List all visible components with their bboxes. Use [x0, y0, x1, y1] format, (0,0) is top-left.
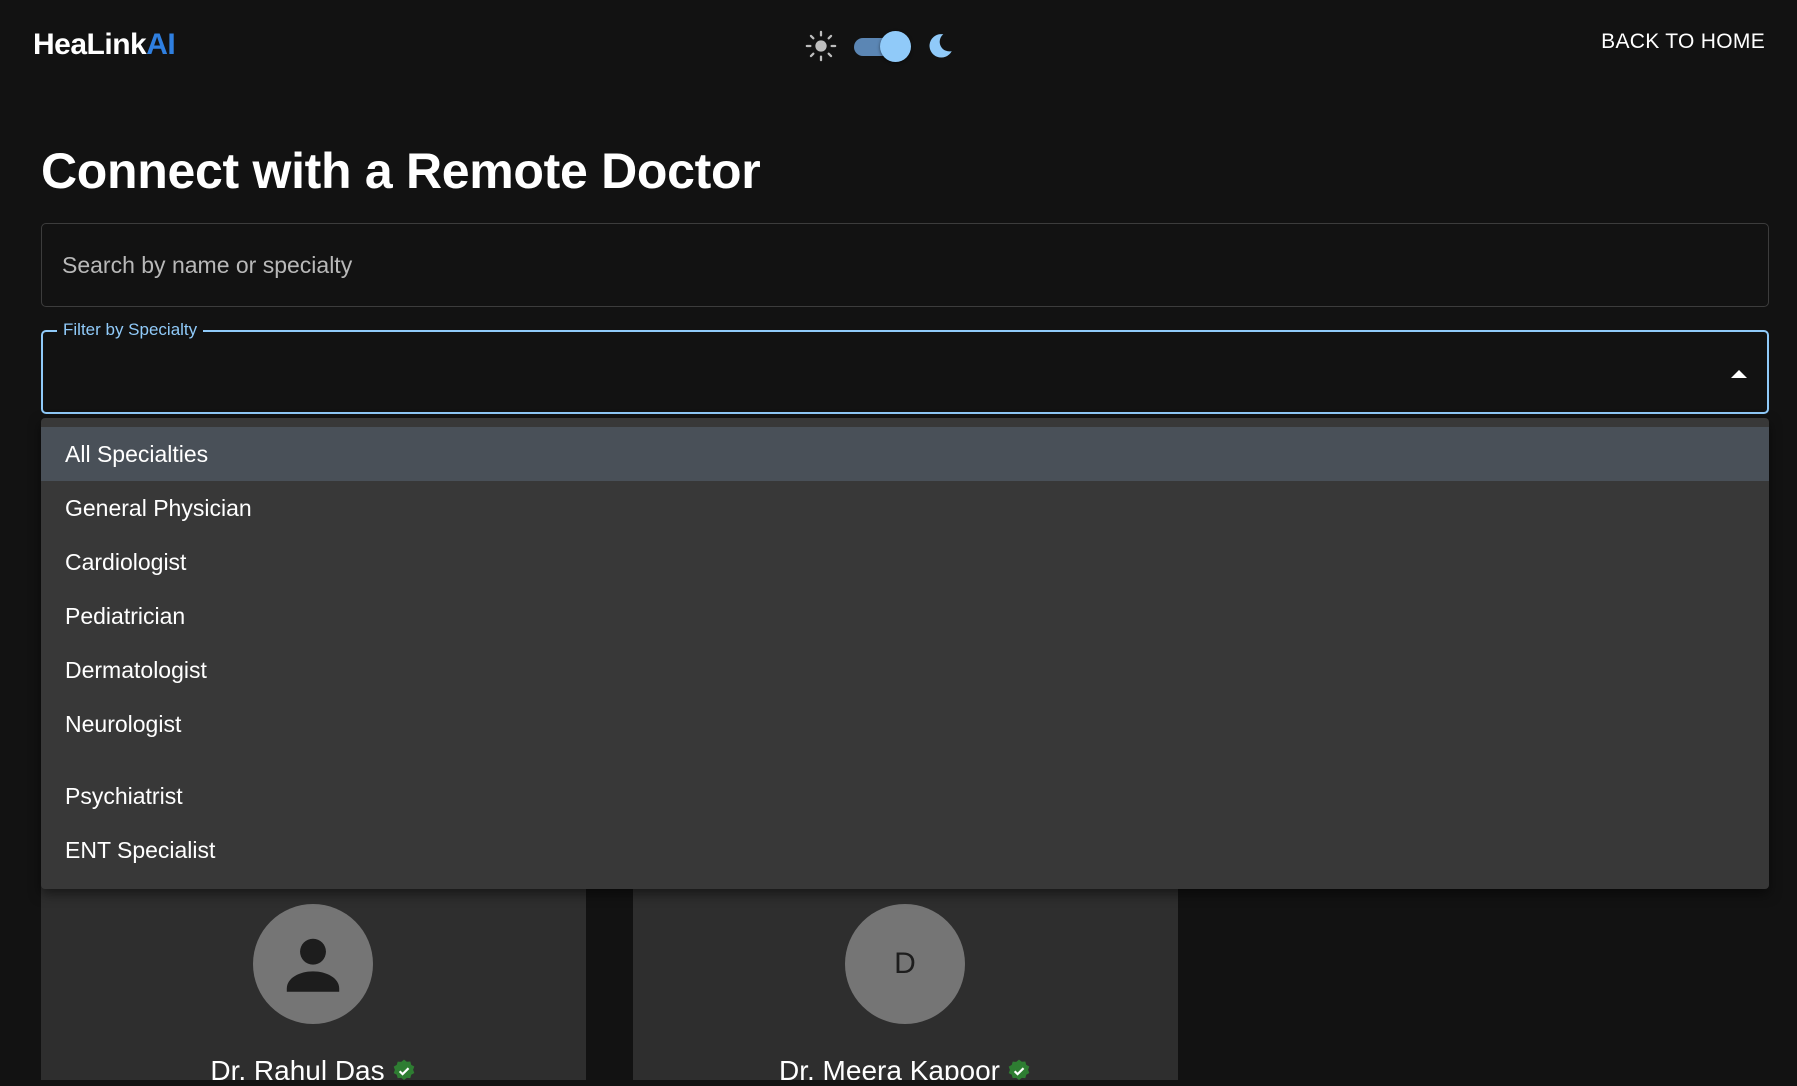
specialty-filter-select[interactable]: Filter by Specialty — [41, 320, 1769, 414]
back-to-home-button[interactable]: BACK TO HOME — [1601, 30, 1765, 54]
search-input[interactable] — [42, 224, 1768, 306]
avatar-initial: D — [894, 947, 916, 980]
sun-icon — [805, 30, 837, 62]
menu-gap — [41, 751, 1769, 769]
menu-item-cardiologist[interactable]: Cardiologist — [41, 535, 1769, 589]
menu-item-general-physician[interactable]: General Physician — [41, 481, 1769, 535]
menu-item-psychiatrist[interactable]: Psychiatrist — [41, 769, 1769, 823]
filter-label: Filter by Specialty — [57, 320, 204, 340]
avatar: D — [845, 904, 965, 1024]
theme-switch[interactable] — [852, 31, 911, 62]
switch-thumb — [880, 31, 911, 62]
menu-item-ent-specialist[interactable]: ENT Specialist — [41, 823, 1769, 877]
theme-toggle-group — [804, 26, 956, 66]
bottom-strip — [0, 1080, 1797, 1086]
menu-item-neurologist[interactable]: Neurologist — [41, 697, 1769, 751]
search-field[interactable] — [41, 223, 1769, 307]
menu-item-dermatologist[interactable]: Dermatologist — [41, 643, 1769, 697]
arrow-up-icon[interactable] — [1731, 370, 1747, 378]
menu-item-all-specialties[interactable]: All Specialties — [41, 427, 1769, 481]
specialty-menu: All Specialties General Physician Cardio… — [41, 418, 1769, 889]
menu-item-pediatrician[interactable]: Pediatrician — [41, 589, 1769, 643]
page-title: Connect with a Remote Doctor — [41, 143, 761, 199]
person-icon — [286, 938, 340, 992]
page: HeaLinkAI BACK TO HOME Connect with a Re… — [0, 0, 1797, 1086]
logo-main: HeaLink — [33, 28, 147, 61]
logo[interactable]: HeaLinkAI — [33, 28, 176, 62]
avatar — [253, 904, 373, 1024]
moon-icon — [929, 34, 952, 58]
app-bar: HeaLinkAI BACK TO HOME — [0, 0, 1797, 92]
logo-accent: AI — [146, 28, 176, 61]
